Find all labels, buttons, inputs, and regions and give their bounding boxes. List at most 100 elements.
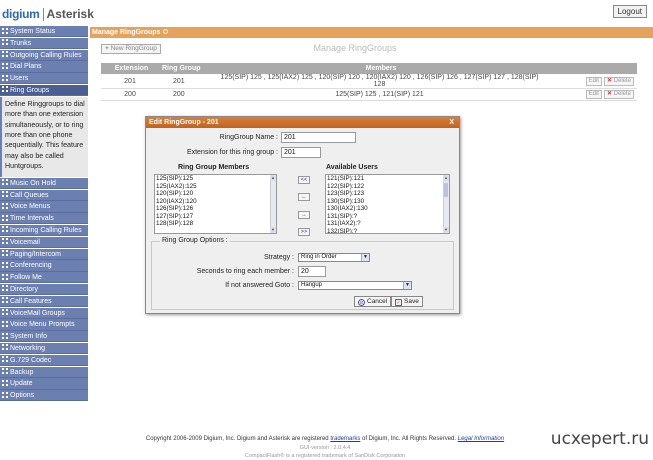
- edit-button[interactable]: Edit: [585, 89, 602, 99]
- members-scrollbar[interactable]: [270, 175, 276, 233]
- grid-icon: [2, 74, 8, 81]
- list-item[interactable]: 130(SIP):130: [327, 198, 449, 206]
- delete-button[interactable]: ✕ Delete: [603, 89, 634, 99]
- move-right-button[interactable]: →: [298, 211, 310, 219]
- scroll-up-icon[interactable]: ▲: [270, 175, 276, 181]
- logout-button[interactable]: Logout: [612, 5, 647, 18]
- ringgroup-name-input[interactable]: 201: [281, 132, 356, 143]
- new-ringgroup-button[interactable]: + New RingGroup: [101, 44, 161, 54]
- sidebar-item-label: Voicemail: [10, 238, 40, 246]
- list-item[interactable]: 126(SIP):126: [156, 205, 276, 213]
- sidebar-item-label: Voice Menus: [10, 203, 51, 211]
- list-item[interactable]: 123(SIP):123: [327, 190, 449, 198]
- list-item[interactable]: 131(IAX2):?: [327, 220, 449, 228]
- sidebar-item-music-on-hold[interactable]: Music On Hold: [0, 177, 88, 190]
- list-item[interactable]: 131(SIP):?: [327, 213, 449, 221]
- sidebar-item-paging-intercom[interactable]: Paging/Intercom: [0, 248, 88, 260]
- grid-icon: [2, 344, 8, 351]
- sidebar-item-backup[interactable]: Backup: [0, 366, 88, 378]
- sidebar-item-directory[interactable]: Directory: [0, 283, 88, 296]
- grid-icon: [2, 191, 8, 198]
- sidebar-item-voicemail[interactable]: Voicemail: [0, 236, 88, 249]
- members-list[interactable]: 125(SIP):125 125(IAX2):125 120(SIP):120 120…: [154, 174, 277, 234]
- sidebar: System Status Trunks Outgoing Calling Rule…: [0, 26, 88, 428]
- list-item[interactable]: 120(IAX2):120: [156, 198, 276, 206]
- list-item[interactable]: 125(IAX2):125: [156, 183, 276, 191]
- list-item[interactable]: 132(SIP):?: [327, 228, 449, 234]
- seconds-label: Seconds to ring each member :: [196, 268, 294, 275]
- list-item[interactable]: 122(SIP):122: [327, 183, 449, 191]
- sidebar-item-call-queues[interactable]: Call Queues: [0, 189, 88, 201]
- sidebar-item-label: Call Features: [10, 297, 52, 305]
- sidebar-item-conferencing[interactable]: Conferencing: [0, 260, 88, 272]
- legal-information-link[interactable]: Legal Information: [458, 436, 504, 442]
- logo-divider: [42, 7, 44, 21]
- sidebar-item-outgoing-calling-rules[interactable]: Outgoing Calling Rules: [0, 49, 88, 61]
- cell-ring-group: 200: [159, 88, 217, 101]
- sidebar-item-system-status[interactable]: System Status: [0, 26, 88, 38]
- list-item[interactable]: 128(SIP):128: [156, 220, 276, 228]
- sidebar-item-ring-groups[interactable]: Ring Groups: [0, 84, 88, 97]
- list-item[interactable]: 121(SIP):121: [327, 175, 449, 183]
- sidebar-item-options[interactable]: Options: [0, 390, 88, 402]
- sidebar-item-users[interactable]: Users: [0, 73, 88, 85]
- sidebar-item-voice-menus[interactable]: Voice Menus: [0, 201, 88, 213]
- grid-icon: [2, 368, 8, 375]
- sidebar-item-update[interactable]: Update: [0, 378, 88, 390]
- cell-extension: 200: [101, 88, 159, 101]
- list-item[interactable]: 120(SIP):120: [156, 190, 276, 198]
- dialog-title-bar[interactable]: Edit RingGroup - 201 X: [146, 117, 459, 128]
- sidebar-item-time-intervals[interactable]: Time Intervals: [0, 213, 88, 225]
- save-button[interactable]: ✓ Save: [391, 296, 423, 307]
- edit-button[interactable]: Edit: [585, 76, 602, 86]
- sidebar-item-dial-plans[interactable]: Dial Plans: [0, 61, 88, 73]
- delete-button[interactable]: ✕ Delete: [603, 76, 634, 86]
- sidebar-item-system-info[interactable]: System Info: [0, 331, 88, 343]
- seconds-input[interactable]: 20: [298, 266, 326, 277]
- cell-members: 125(SIP) 125 , 121(SIP) 121: [217, 88, 542, 101]
- cancel-button[interactable]: ⊘ Cancel: [354, 296, 392, 307]
- sidebar-item-trunks[interactable]: Trunks: [0, 37, 88, 50]
- help-icon[interactable]: [163, 29, 169, 34]
- sidebar-item-label: System Status: [10, 28, 56, 35]
- close-icon[interactable]: X: [449, 117, 454, 128]
- move-left-button[interactable]: ←: [298, 193, 310, 201]
- scroll-down-icon[interactable]: ▼: [270, 227, 276, 233]
- sidebar-item-voicemail-groups[interactable]: VoiceMail Groups: [0, 307, 88, 319]
- sidebar-item-networking[interactable]: Networking: [0, 342, 88, 355]
- sidebar-item-follow-me[interactable]: Follow Me: [0, 272, 88, 284]
- top-bar: digium Asterisk Logout: [0, 0, 653, 26]
- sidebar-item-voice-menu-prompts[interactable]: Voice Menu Prompts: [0, 319, 88, 331]
- move-all-right-button[interactable]: >>: [298, 228, 310, 236]
- page-title: Manage RingGroups: [313, 43, 397, 53]
- sidebar-item-label: Paging/Intercom: [10, 250, 61, 258]
- sidebar-item-incoming-calling-rules[interactable]: Incoming Calling Rules: [0, 224, 88, 237]
- options-legend: Ring Group Options :: [160, 237, 230, 244]
- digium-logo-text: digium: [2, 7, 40, 21]
- trademarks-link[interactable]: trademarks: [330, 436, 360, 442]
- list-item[interactable]: 130(IAX2):130: [327, 205, 449, 213]
- available-users-list[interactable]: 121(SIP):121 122(SIP):122 123(SIP):123 130(…: [325, 174, 450, 234]
- goto-select[interactable]: Hangup ▼: [298, 281, 412, 290]
- sidebar-item-label: Outgoing Calling Rules: [10, 51, 82, 59]
- copyright-text: Copyright 2006-2009 Digium, Inc. Digium …: [145, 436, 329, 442]
- goto-value: Hangup: [301, 282, 323, 288]
- scroll-thumb[interactable]: [444, 183, 448, 197]
- grid-icon: [2, 27, 8, 34]
- grid-icon: [2, 250, 8, 257]
- copyright-text-post: of Digium, Inc. All Rights Reserved.: [362, 436, 457, 442]
- extension-input[interactable]: 201: [281, 147, 321, 158]
- scroll-down-icon[interactable]: ▼: [443, 227, 449, 233]
- move-all-left-button[interactable]: <<: [298, 176, 310, 184]
- sidebar-item-label: Trunks: [10, 39, 32, 47]
- grid-icon: [2, 309, 8, 316]
- list-item[interactable]: 127(SIP):127: [156, 213, 276, 221]
- sidebar-item-label: VoiceMail Groups: [10, 309, 65, 317]
- sidebar-item-label: Voice Menu Prompts: [10, 321, 75, 329]
- scroll-up-icon[interactable]: ▲: [443, 175, 449, 181]
- list-item[interactable]: 125(SIP):125: [156, 175, 276, 183]
- sidebar-item-call-features[interactable]: Call Features: [0, 295, 88, 308]
- strategy-select[interactable]: Ring in Order ▼: [298, 253, 370, 262]
- sidebar-item-g-729-codec[interactable]: G.729 Codec: [0, 354, 88, 367]
- strategy-label: Strategy :: [264, 254, 294, 261]
